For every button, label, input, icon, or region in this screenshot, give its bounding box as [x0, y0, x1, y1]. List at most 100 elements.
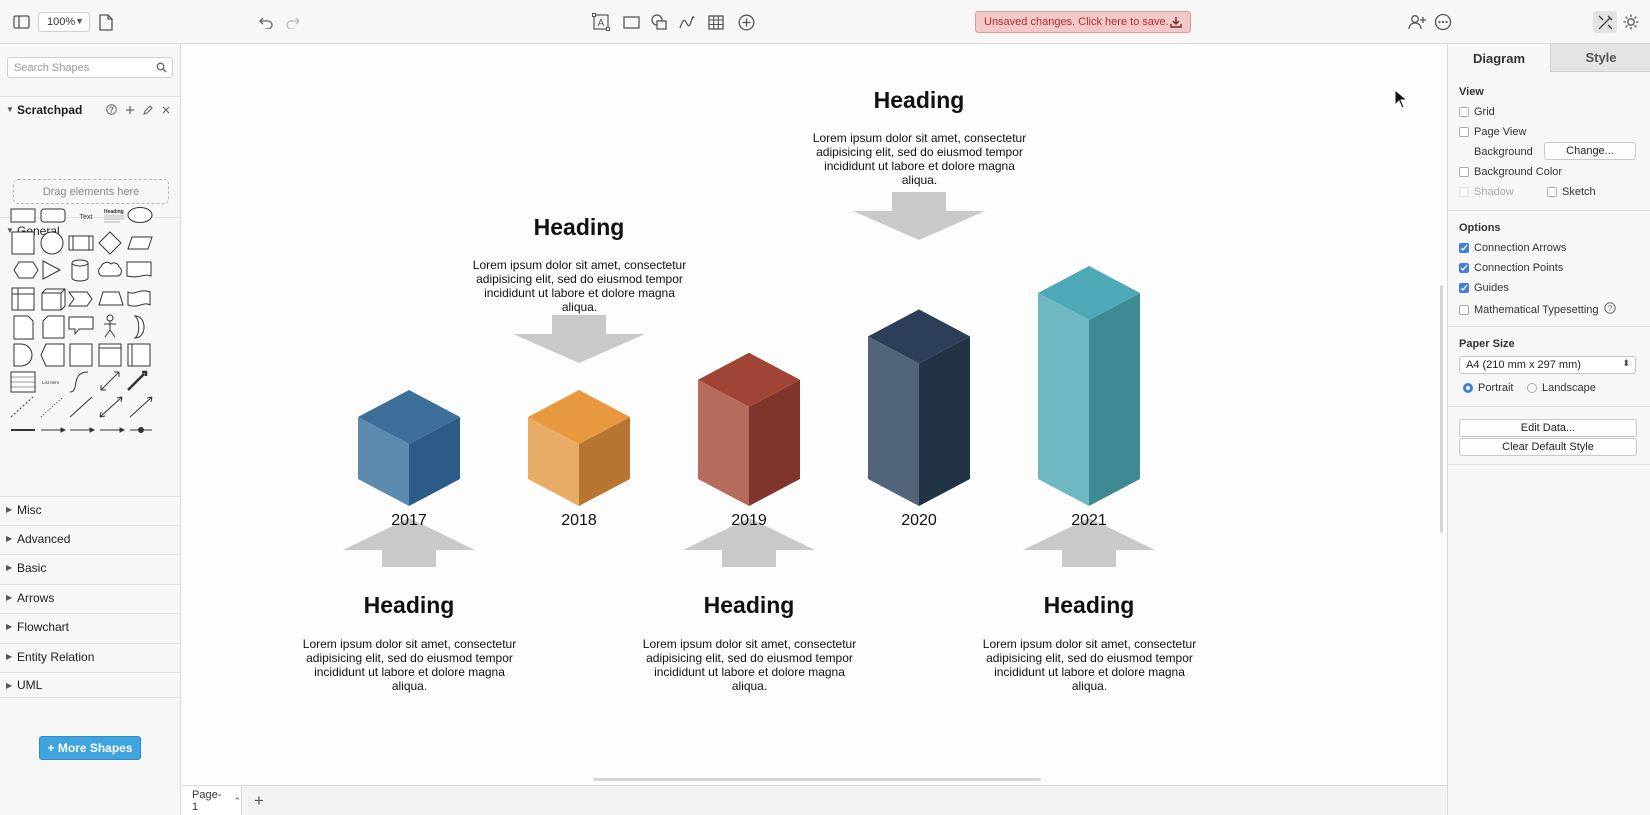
shape-display — [40, 343, 65, 367]
shapes-tool-icon[interactable] — [648, 11, 670, 33]
step-heading[interactable]: Heading — [299, 592, 519, 619]
theme-sun-icon[interactable] — [1620, 11, 1642, 33]
horizontal-scrollbar[interactable] — [593, 778, 1041, 781]
landscape-radio-dot[interactable] — [1527, 383, 1537, 393]
add-icon[interactable] — [735, 11, 757, 33]
shape-directional-connector — [129, 396, 153, 418]
bar-block-right-face[interactable] — [1089, 293, 1140, 506]
section-scratchpad[interactable]: ▼ Scratchpad ? — [0, 96, 181, 122]
shape-diamond — [98, 231, 122, 255]
step-description[interactable]: Lorem ipsum dolor sit amet, consectetur … — [637, 637, 862, 693]
step-heading[interactable]: Heading — [809, 87, 1029, 114]
close-icon[interactable] — [161, 104, 171, 118]
clear-default-style-button[interactable]: Clear Default Style — [1459, 438, 1637, 456]
caret-right-icon: ▶ — [6, 593, 13, 602]
step-description[interactable]: Lorem ipsum dolor sit amet, consectetur … — [977, 637, 1202, 693]
help-icon[interactable]: ? — [1603, 302, 1616, 317]
zoom-value: 100% — [47, 16, 76, 28]
section-misc[interactable]: ▶ Misc — [0, 496, 181, 522]
section-uml[interactable]: ▶ UML — [0, 672, 181, 698]
page-view-checkbox[interactable]: Page View — [1459, 126, 1526, 138]
section-basic[interactable]: ▶ Basic — [0, 554, 181, 580]
connection-points-label: Connection Points — [1474, 262, 1564, 274]
page-view-checkbox-box[interactable] — [1459, 127, 1469, 137]
year-label: 2018 — [561, 512, 597, 529]
step-heading[interactable]: Heading — [639, 592, 859, 619]
divider — [1448, 210, 1650, 211]
shadow-checkbox-box[interactable] — [1459, 187, 1469, 197]
step-heading[interactable]: Heading — [469, 214, 689, 241]
caret-right-icon: ▶ — [6, 680, 13, 690]
search-shapes-input[interactable]: Search Shapes — [7, 57, 173, 78]
background-color-checkbox-box[interactable] — [1459, 167, 1469, 177]
vertical-scrollbar[interactable] — [1440, 285, 1443, 533]
step-description[interactable]: Lorem ipsum dolor sit amet, consectetur … — [467, 258, 692, 314]
guides-checkbox[interactable]: Guides — [1459, 282, 1509, 294]
zoom-select[interactable]: 100% ▼ — [38, 12, 90, 32]
updown-icon: ⬍ — [1622, 358, 1630, 368]
step-description[interactable]: Lorem ipsum dolor sit amet, consectetur … — [807, 131, 1032, 187]
section-arrows[interactable]: ▶ Arrows — [0, 584, 181, 610]
portrait-radio-dot[interactable] — [1463, 383, 1473, 393]
pencil-icon[interactable] — [143, 104, 153, 118]
paper-size-select[interactable]: A4 (210 mm x 297 mm) ⬍ — [1459, 356, 1636, 374]
rectangle-tool-icon[interactable] — [620, 11, 642, 33]
shape-card — [42, 315, 65, 339]
step-description[interactable]: Lorem ipsum dolor sit amet, consectetur … — [297, 637, 522, 693]
bar-block-left-face[interactable] — [1038, 293, 1089, 506]
section-advanced[interactable]: ▶ Advanced — [0, 525, 181, 551]
share-user-icon[interactable] — [1406, 11, 1428, 33]
shape-internal-storage — [11, 287, 35, 311]
arrow-down-shape[interactable] — [513, 315, 645, 363]
plus-icon[interactable] — [125, 104, 135, 118]
redo-icon[interactable] — [282, 11, 302, 33]
connection-arrows-label: Connection Arrows — [1474, 242, 1567, 254]
page-icon[interactable] — [96, 11, 116, 33]
table-tool-icon[interactable] — [705, 11, 727, 33]
more-options-icon[interactable] — [1432, 11, 1454, 33]
shape-swimlane — [127, 343, 151, 367]
sketch-checkbox[interactable]: Sketch — [1547, 186, 1596, 198]
shape-cloud — [98, 261, 122, 277]
shadow-label: Shadow — [1474, 186, 1514, 198]
grid-checkbox-box[interactable] — [1459, 107, 1469, 117]
shape-palette[interactable]: Text Heading List Item — [6, 204, 176, 464]
bar-block-right-face[interactable] — [919, 336, 970, 506]
caret-right-icon: ▶ — [6, 505, 13, 514]
arrow-down-shape[interactable] — [853, 192, 985, 240]
connection-arrows-checkbox[interactable]: Connection Arrows — [1459, 242, 1566, 254]
portrait-radio[interactable]: Portrait — [1463, 382, 1513, 394]
connection-arrows-checkbox-box[interactable] — [1459, 243, 1469, 253]
change-background-button[interactable]: Change... — [1544, 142, 1636, 160]
edit-data-button[interactable]: Edit Data... — [1459, 419, 1637, 437]
shape-circle — [40, 231, 64, 255]
section-entity-relation[interactable]: ▶ Entity Relation — [0, 643, 181, 669]
landscape-radio[interactable]: Landscape — [1527, 382, 1596, 394]
page-tab[interactable]: Page-1 ⌃ — [182, 786, 242, 815]
bar-block-left-face[interactable] — [868, 336, 919, 506]
step-heading[interactable]: Heading — [979, 592, 1199, 619]
scratchpad-drop-area[interactable]: Drag elements here — [13, 179, 169, 204]
add-page-icon[interactable]: + — [254, 791, 264, 811]
connection-points-checkbox-box[interactable] — [1459, 263, 1469, 273]
section-flowchart[interactable]: ▶ Flowchart — [0, 613, 181, 639]
tab-style[interactable]: Style — [1550, 44, 1650, 72]
connection-points-checkbox[interactable]: Connection Points — [1459, 262, 1563, 274]
math-typesetting-checkbox-box[interactable] — [1459, 304, 1469, 315]
undo-icon[interactable] — [256, 11, 276, 33]
freehand-tool-icon[interactable] — [676, 11, 698, 33]
more-shapes-button[interactable]: + More Shapes — [39, 736, 141, 760]
sketch-checkbox-box[interactable] — [1547, 187, 1557, 197]
format-panel-tabs: Diagram Style — [1448, 44, 1650, 72]
shadow-checkbox[interactable]: Shadow — [1459, 186, 1514, 198]
text-tool-icon[interactable]: A — [590, 11, 612, 33]
grid-checkbox[interactable]: Grid — [1459, 106, 1495, 118]
unsaved-changes-banner[interactable]: Unsaved changes. Click here to save. — [975, 11, 1191, 33]
help-icon[interactable]: ? — [106, 104, 117, 118]
guides-checkbox-box[interactable] — [1459, 283, 1469, 293]
tab-diagram[interactable]: Diagram — [1448, 44, 1550, 72]
sidebar-toggle-icon[interactable] — [10, 11, 32, 33]
format-panel-toggle-icon[interactable] — [1593, 11, 1617, 33]
background-color-checkbox[interactable]: Background Color — [1459, 166, 1562, 178]
math-typesetting-checkbox[interactable]: Mathematical Typesetting ? — [1459, 302, 1616, 317]
